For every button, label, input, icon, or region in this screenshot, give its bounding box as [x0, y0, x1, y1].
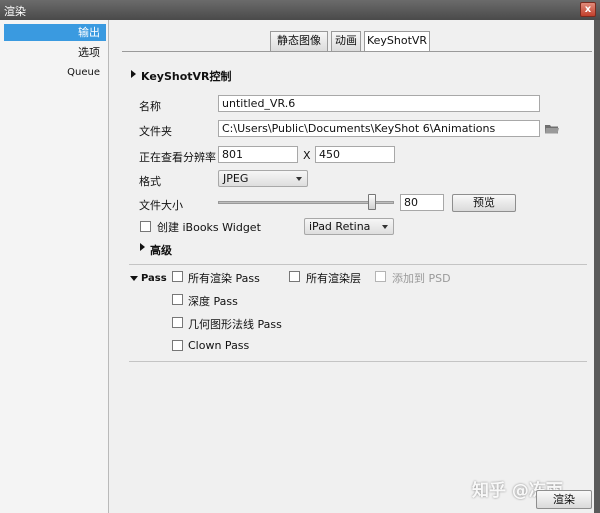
depth-pass-checkbox[interactable]	[172, 294, 183, 305]
all-layers-checkbox[interactable]	[289, 271, 300, 282]
name-input[interactable]: untitled_VR.6	[218, 95, 540, 112]
render-button[interactable]: 渲染	[536, 490, 592, 509]
resolution-width-input[interactable]: 801	[218, 146, 298, 163]
all-layers-label: 所有渲染层	[306, 272, 361, 285]
device-select[interactable]: iPad Retina	[304, 218, 394, 235]
device-select-value: iPad Retina	[309, 220, 371, 233]
format-label: 格式	[139, 175, 161, 188]
ibooks-checkbox[interactable]	[140, 221, 151, 232]
file-size-input[interactable]: 80	[400, 194, 444, 211]
tab-divider	[122, 51, 592, 52]
sidebar-item-options[interactable]: 选项	[4, 44, 106, 61]
format-select[interactable]: JPEG	[218, 170, 308, 187]
chevron-down-icon	[296, 177, 302, 181]
tab-still-image[interactable]: 静态图像	[270, 31, 328, 51]
chevron-down-icon	[382, 225, 388, 229]
name-label: 名称	[139, 100, 161, 113]
file-size-slider-handle[interactable]	[367, 194, 376, 210]
clown-pass-checkbox[interactable]	[172, 340, 183, 351]
format-select-value: JPEG	[223, 172, 249, 185]
all-passes-checkbox[interactable]	[172, 271, 183, 282]
add-to-psd-label: 添加到 PSD	[392, 272, 451, 285]
folder-label: 文件夹	[139, 125, 172, 138]
sidebar-item-output[interactable]: 输出	[4, 24, 106, 41]
pass-title[interactable]: Pass	[141, 273, 167, 284]
file-size-label: 文件大小	[139, 199, 183, 212]
title-bar: 渲染 x	[0, 0, 600, 20]
resolution-label: 正在查看分辨率	[139, 151, 216, 164]
add-to-psd-checkbox[interactable]	[375, 271, 386, 282]
sidebar: 输出 选项 Queue	[0, 20, 109, 513]
expand-triangle-icon[interactable]	[131, 70, 136, 78]
normals-pass-checkbox[interactable]	[172, 317, 183, 328]
bottom-bar: 知乎 @冻雨 渲染	[110, 481, 600, 513]
divider	[129, 264, 587, 265]
preview-button[interactable]: 预览	[452, 194, 516, 212]
folder-input[interactable]: C:\Users\Public\Documents\KeyShot 6\Anim…	[218, 120, 540, 137]
tab-animation[interactable]: 动画	[331, 31, 361, 51]
collapse-triangle-icon[interactable]	[130, 276, 138, 281]
depth-pass-label: 深度 Pass	[188, 295, 238, 308]
resolution-height-input[interactable]: 450	[315, 146, 395, 163]
ibooks-label: 创建 iBooks Widget	[157, 221, 261, 234]
section-title-keyshotvr[interactable]: KeyShotVR控制	[141, 68, 232, 84]
main-panel: 静态图像 动画 KeyShotVR KeyShotVR控制 名称 untitle…	[110, 20, 594, 490]
window-title: 渲染	[4, 5, 26, 18]
resolution-separator: X	[303, 149, 311, 162]
close-icon[interactable]: x	[580, 2, 596, 17]
window-edge	[594, 20, 600, 513]
divider	[129, 361, 587, 362]
clown-pass-label: Clown Pass	[188, 339, 250, 352]
expand-triangle-icon[interactable]	[140, 243, 145, 251]
folder-icon[interactable]	[545, 124, 559, 134]
tab-keyshotvr[interactable]: KeyShotVR	[364, 31, 430, 52]
normals-pass-label: 几何图形法线 Pass	[188, 318, 282, 331]
all-passes-label: 所有渲染 Pass	[188, 272, 260, 285]
advanced-label[interactable]: 高级	[150, 242, 172, 258]
sidebar-item-queue[interactable]: Queue	[4, 64, 106, 81]
